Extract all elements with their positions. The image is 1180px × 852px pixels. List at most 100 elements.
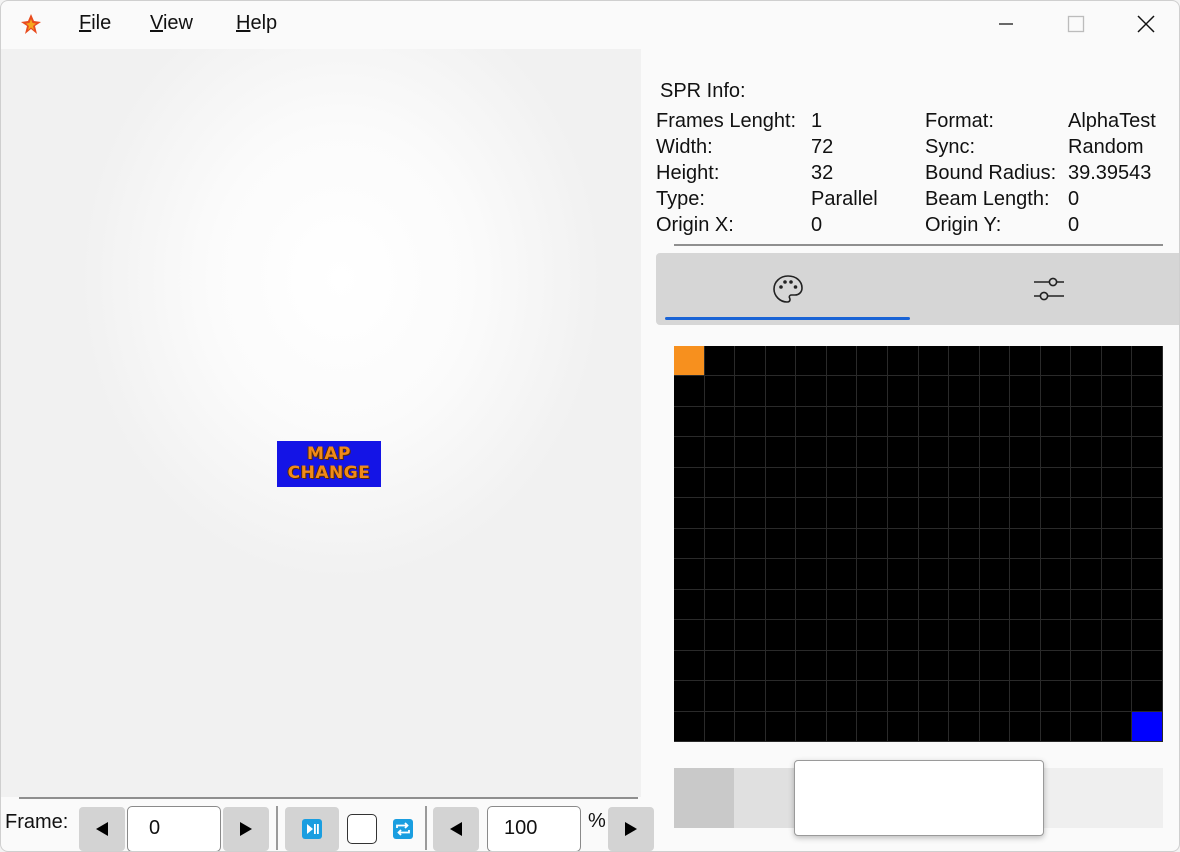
palette-cell[interactable] [1132,620,1163,651]
palette-cell[interactable] [949,346,980,377]
menu-view[interactable]: View [150,12,193,35]
palette-cell[interactable] [674,650,705,682]
palette-cell[interactable] [674,346,705,377]
palette-cell[interactable] [1010,711,1041,742]
palette-cell[interactable] [826,620,858,651]
palette-cell[interactable] [735,528,766,560]
palette-cell[interactable] [1040,711,1072,742]
palette-cell[interactable] [1040,559,1072,590]
palette-cell[interactable] [674,406,705,438]
palette-cell[interactable] [887,498,919,529]
palette-cell[interactable] [796,498,827,529]
palette-cell[interactable] [857,681,888,712]
palette-cell[interactable] [887,437,919,468]
palette-cell[interactable] [674,681,705,712]
palette-cell[interactable] [1101,467,1133,499]
palette-cell[interactable] [704,681,736,712]
palette-cell[interactable] [979,559,1011,590]
loop-checkbox[interactable] [347,814,377,844]
palette-cell[interactable] [857,650,888,682]
menu-file[interactable]: File [79,12,111,35]
palette-cell[interactable] [1010,467,1041,499]
palette-cell[interactable] [887,467,919,499]
palette-cell[interactable] [887,589,919,621]
palette-cell[interactable] [1132,711,1163,742]
palette-cell[interactable] [949,589,980,621]
palette-cell[interactable] [1101,589,1133,621]
palette-cell[interactable] [704,620,736,651]
palette-cell[interactable] [735,681,766,712]
palette-cell[interactable] [918,437,950,468]
palette-cell[interactable] [1071,589,1102,621]
palette-cell[interactable] [949,559,980,590]
palette-cell[interactable] [1101,711,1133,742]
palette-cell[interactable] [1101,376,1133,407]
palette-cell[interactable] [1132,681,1163,712]
palette-cell[interactable] [979,437,1011,468]
palette-cell[interactable] [765,346,797,377]
palette-cell[interactable] [1071,467,1102,499]
palette-cell[interactable] [1040,681,1072,712]
palette-cell[interactable] [735,346,766,377]
palette-cell[interactable] [949,528,980,560]
palette-cell[interactable] [1010,406,1041,438]
palette-cell[interactable] [1010,346,1041,377]
palette-cell[interactable] [796,589,827,621]
palette-cell[interactable] [1132,406,1163,438]
palette-cell[interactable] [979,528,1011,560]
palette-cell[interactable] [674,467,705,499]
palette-cell[interactable] [949,650,980,682]
palette-cell[interactable] [796,437,827,468]
palette-cell[interactable] [704,376,736,407]
palette-cell[interactable] [1040,346,1072,377]
palette-cell[interactable] [1132,498,1163,529]
palette-cell[interactable] [979,589,1011,621]
palette-cell[interactable] [735,498,766,529]
palette-cell[interactable] [857,589,888,621]
palette-cell[interactable] [1101,681,1133,712]
palette-cell[interactable] [949,437,980,468]
zoom-input[interactable]: 100 [487,806,581,851]
palette-cell[interactable] [735,376,766,407]
palette-cell[interactable] [1132,559,1163,590]
palette-cell[interactable] [887,711,919,742]
palette-cell[interactable] [1010,528,1041,560]
palette-cell[interactable] [887,650,919,682]
palette-cell[interactable] [1101,620,1133,651]
palette-cell[interactable] [796,528,827,560]
palette-cell[interactable] [1101,406,1133,438]
frame-input[interactable]: 0 [127,806,221,851]
palette-cell[interactable] [857,711,888,742]
palette-cell[interactable] [887,376,919,407]
tab-settings[interactable] [926,253,1171,325]
palette-cell[interactable] [765,620,797,651]
palette-cell[interactable] [796,650,827,682]
palette-cell[interactable] [765,406,797,438]
palette-cell[interactable] [674,620,705,651]
palette-cell[interactable] [704,437,736,468]
next-frame-button[interactable] [223,807,269,851]
palette-cell[interactable] [796,620,827,651]
palette-cell[interactable] [1040,589,1072,621]
palette-cell[interactable] [826,376,858,407]
palette-cell[interactable] [735,559,766,590]
palette-cell[interactable] [979,620,1011,651]
palette-cell[interactable] [765,559,797,590]
palette-cell[interactable] [1040,620,1072,651]
palette-cell[interactable] [1010,650,1041,682]
palette-cell[interactable] [704,650,736,682]
palette-cell[interactable] [918,711,950,742]
palette-cell[interactable] [918,467,950,499]
palette-cell[interactable] [1071,346,1102,377]
palette-cell[interactable] [765,650,797,682]
palette-cell[interactable] [1071,681,1102,712]
prev-frame-button[interactable] [79,807,125,851]
palette-cell[interactable] [1132,437,1163,468]
palette-cell[interactable] [918,681,950,712]
palette-cell[interactable] [1132,650,1163,682]
palette-cell[interactable] [1071,620,1102,651]
palette-cell[interactable] [1101,559,1133,590]
palette-cell[interactable] [1132,467,1163,499]
palette-cell[interactable] [979,711,1011,742]
palette-cell[interactable] [1101,528,1133,560]
